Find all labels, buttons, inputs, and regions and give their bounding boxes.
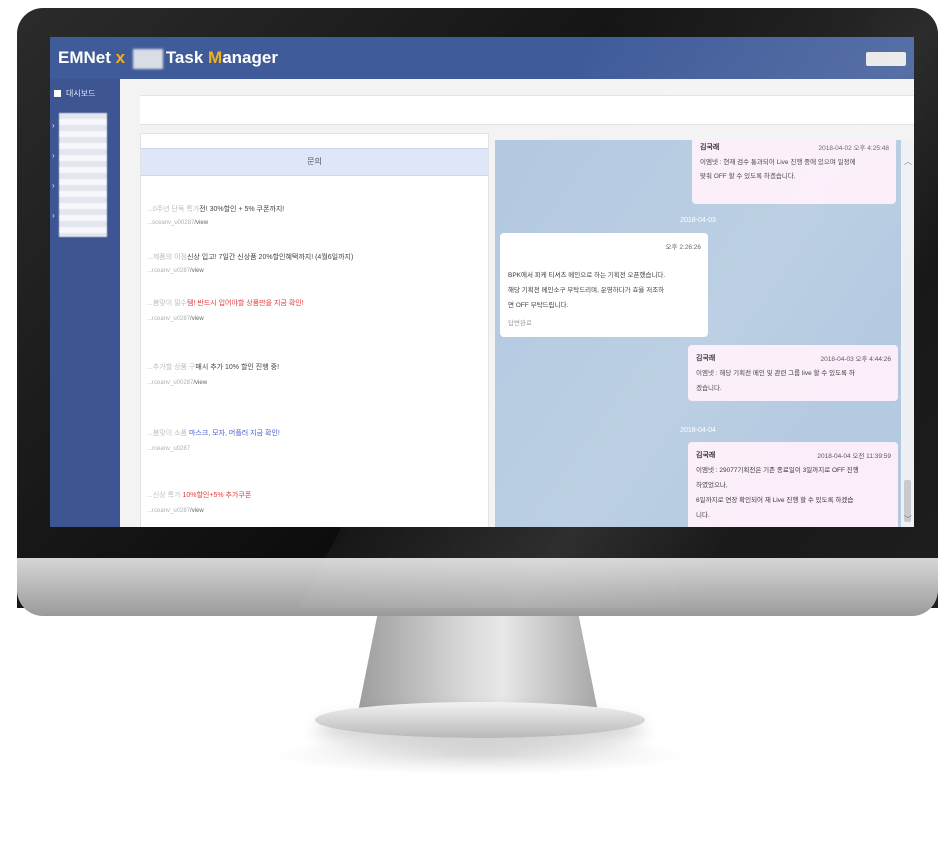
chat-message: 김국래 2018-04-04 오전 11:39:59 이엠넷 : 29077기획… [688, 442, 898, 527]
message-line: 겠습니다. [696, 385, 722, 392]
notice-item[interactable]: ...신상 특가 10%할인+5% 추가쿠폰 [147, 490, 251, 500]
message-timestamp: 오후 2:26:26 [665, 244, 701, 251]
message-line: BPK에서 피케 티셔츠 메인으로 하는 기획전 오픈했습니다. [508, 272, 666, 279]
author-name: 김국래 [696, 452, 716, 459]
notice-item[interactable]: ...제품의 이점신상 입고! 7일간 신상품 20%할인혜택까지! (4월6일… [147, 252, 353, 262]
answer-status: 답변완료 [508, 320, 532, 327]
notice-link[interactable]: ...rceanv_u0287 [147, 446, 190, 452]
monitor-base [315, 702, 645, 738]
brand-logo[interactable]: EMNet x Task Manager [58, 48, 278, 69]
notice-link[interactable]: ...sceanv_u00287/view [147, 220, 208, 226]
top-navbar: EMNet x Task Manager [50, 37, 914, 79]
brand-prefix: EMNet [58, 48, 111, 67]
notice-item[interactable]: ...추가할 상품 구매시 추가 10% 할인 진행 중! [147, 362, 279, 372]
message-line: 이엠넷 : 29077기획전은 기존 종료일이 3일까지로 OFF 진행 [696, 467, 859, 474]
message-line: 이엠넷 : 해당 기획전 메인 및 관련 그룹 live 할 수 있도록 하 [696, 370, 855, 377]
notice-item[interactable]: ...봄맞이 필수템! 반드시 입어야할 상품만을 지금 확인! [147, 298, 304, 308]
message-timestamp: 2018-04-03 오후 4:44:26 [820, 356, 891, 363]
monitor-neck [358, 616, 598, 712]
notice-link[interactable]: ...rceanv_u00287/view [147, 380, 207, 386]
message-line: 6일까지로 연장 확인되어 재 Live 진행 할 수 있도록 하겠습 [696, 497, 854, 504]
date-divider: 2018-04-04 [680, 427, 716, 434]
chat-message: 오후 2:26:26 BPK에서 피케 티셔츠 메인으로 하는 기획전 오픈했습… [500, 233, 708, 337]
dashboard-label: 대시보드 [66, 89, 96, 98]
brand-task: Task [165, 48, 209, 67]
message-timestamp: 2018-04-04 오전 11:39:59 [817, 453, 891, 460]
dashboard-icon [54, 90, 61, 98]
chevron-right-icon[interactable]: › [52, 211, 55, 220]
sidebar-blurred-list [59, 113, 107, 237]
user-menu-button[interactable] [866, 52, 906, 66]
author-name: 김국래 [696, 355, 716, 362]
notice-link[interactable]: ...rceanv_u0287/view [147, 508, 204, 514]
sidebar: 대시보드 › › › › [50, 79, 120, 527]
stand-shadow [270, 735, 690, 775]
chat-panel: 김국래 2018-04-02 오후 4:25:48 이엠넷 : 현재 검수 통과… [495, 140, 914, 527]
chat-message: 김국래 2018-04-02 오후 4:25:48 이엠넷 : 현재 검수 통과… [692, 140, 896, 204]
message-line: 맞춰 OFF 할 수 있도록 하겠습니다. [700, 173, 796, 180]
brand-rest: anager [222, 48, 278, 67]
sidebar-item-dashboard[interactable]: 대시보드 [54, 88, 95, 99]
message-line: 하였었으나, [696, 482, 728, 489]
notice-header: 문의 [141, 148, 488, 176]
scroll-down-icon[interactable]: ﹀ [904, 514, 912, 525]
brand-x: x [110, 48, 130, 67]
chevron-right-icon[interactable]: › [52, 181, 55, 190]
search-bar[interactable] [140, 95, 914, 125]
scroll-up-icon[interactable]: ︿ [904, 156, 912, 167]
chat-scrollbar[interactable]: ︿ ﹀ [901, 140, 914, 527]
notice-panel: 문의 ...0주년 단독 특가전! 30%할인 + 5% 쿠폰까지! ...sc… [140, 133, 489, 527]
chevron-right-icon[interactable]: › [52, 151, 55, 160]
chevron-right-icon[interactable]: › [52, 121, 55, 130]
message-timestamp: 2018-04-02 오후 4:25:48 [818, 145, 889, 152]
monitor-chin [17, 558, 938, 616]
message-line: 니다. [696, 512, 710, 519]
message-line: 해당 기획전 메인소구 부탁드리며, 운영하다가 효율 저조하 [508, 287, 665, 294]
brand-m: M [208, 48, 223, 67]
notice-link[interactable]: ...rceanv_u0287/view [147, 316, 204, 322]
message-line: 면 OFF 부탁드립니다. [508, 302, 569, 309]
chat-message: 김국래 2018-04-03 오후 4:44:26 이엠넷 : 해당 기획전 메… [688, 345, 898, 401]
date-divider: 2018-04-03 [680, 217, 716, 224]
app-screen: EMNet x Task Manager 대시보드 › › › › 문의 ...… [50, 37, 914, 527]
author-name: 김국래 [700, 144, 720, 151]
message-line: 이엠넷 : 현재 검수 통과되어 Live 진행 중에 있으며 일정에 [700, 159, 856, 166]
notice-item[interactable]: ...봄맞이 소품 마스크, 모자, 머플러 지금 확인! [147, 428, 280, 438]
blurred-logo [132, 48, 163, 69]
notice-item[interactable]: ...0주년 단독 특가전! 30%할인 + 5% 쿠폰까지! [147, 204, 284, 214]
notice-link[interactable]: ...rceanv_u0287/view [147, 268, 204, 274]
